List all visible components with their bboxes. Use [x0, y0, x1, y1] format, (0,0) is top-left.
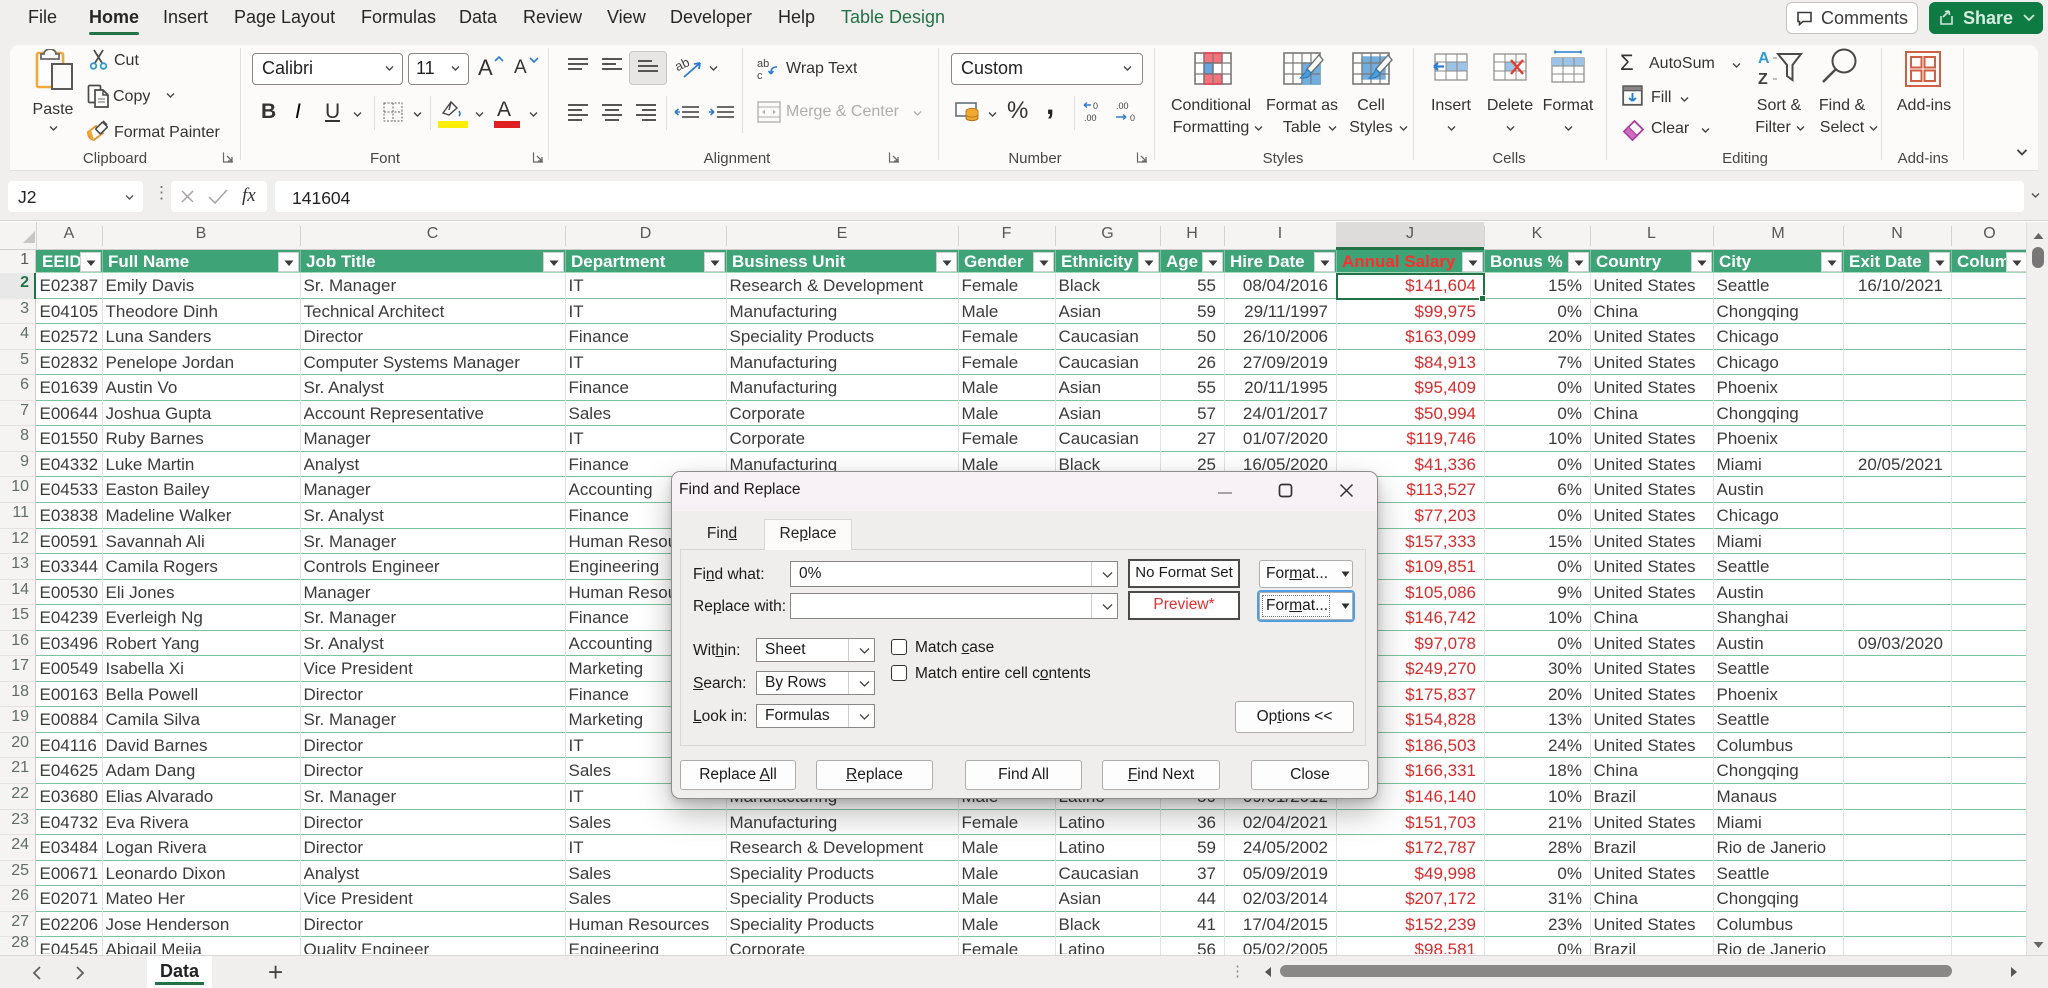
svg-text:A: A [1758, 50, 1770, 67]
svg-text:ab: ab [757, 58, 769, 70]
svg-text:0: 0 [1093, 101, 1098, 111]
svg-text:.00: .00 [1116, 101, 1129, 111]
svg-text:0: 0 [1130, 113, 1135, 123]
svg-text:.00: .00 [1084, 113, 1097, 123]
svg-text:c: c [757, 70, 763, 81]
svg-text:Z: Z [1758, 71, 1768, 86]
